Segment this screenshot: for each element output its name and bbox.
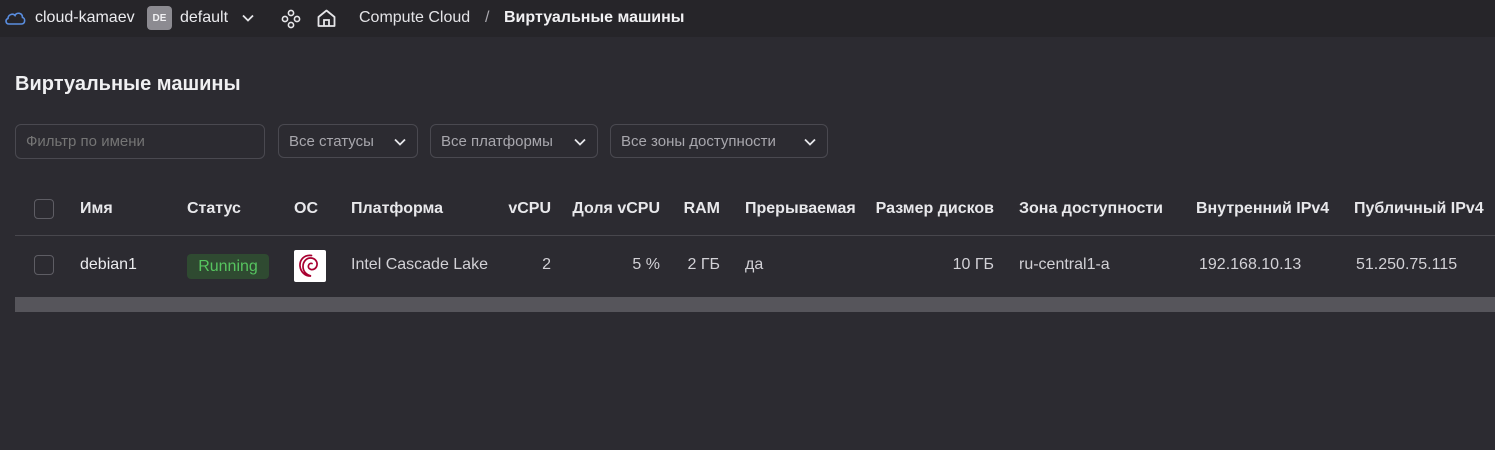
select-all-checkbox[interactable] [34, 199, 54, 219]
column-header-vcpu-share[interactable]: Доля vCPU [560, 200, 660, 218]
name-filter-input[interactable] [15, 124, 265, 159]
platform-filter-select[interactable]: Все платформы [430, 124, 598, 158]
zone-filter-label: Все зоны доступности [621, 132, 776, 150]
folder-name[interactable]: default [180, 9, 228, 27]
zone-cell: ru-central1-a [1019, 256, 1110, 273]
folder-badge[interactable]: DE [147, 6, 172, 30]
column-header-platform[interactable]: Платформа [351, 200, 443, 218]
top-bar: cloud-kamaev DE default Compute Cloud / … [0, 0, 1495, 37]
column-header-preemptible[interactable]: Прерываемая [745, 200, 856, 218]
vcpu-cell: 2 [542, 256, 551, 273]
column-header-ram[interactable]: RAM [670, 200, 720, 218]
vcpu-share-cell: 5 % [632, 256, 660, 273]
column-header-internal-ipv4[interactable]: Внутренний IPv4 [1196, 200, 1329, 218]
column-header-vcpu[interactable]: vCPU [490, 200, 551, 218]
zone-filter-select[interactable]: Все зоны доступности [610, 124, 828, 158]
table-header-divider [15, 235, 1495, 236]
column-header-status[interactable]: Статус [187, 200, 241, 218]
services-icon[interactable] [281, 9, 301, 29]
breadcrumb-service[interactable]: Compute Cloud [359, 9, 470, 27]
platform-filter-label: Все платформы [441, 132, 553, 150]
horizontal-scrollbar[interactable] [15, 297, 1495, 312]
column-header-os[interactable]: ОС [294, 200, 318, 218]
column-header-name[interactable]: Имя [80, 200, 113, 218]
disk-size-cell: 10 ГБ [952, 256, 994, 273]
vm-name-link[interactable]: debian1 [80, 256, 137, 274]
column-header-zone[interactable]: Зона доступности [1019, 200, 1163, 218]
platform-cell: Intel Cascade Lake [351, 256, 488, 273]
column-header-disk-size[interactable]: Размер дисков [864, 200, 994, 218]
chevron-down-icon [574, 138, 586, 146]
cloud-name[interactable]: cloud-kamaev [35, 9, 135, 27]
chevron-down-icon [394, 138, 406, 146]
ram-cell: 2 ГБ [687, 256, 720, 273]
breadcrumb-separator: / [485, 9, 490, 26]
column-header-public-ipv4[interactable]: Публичный IPv4 [1354, 200, 1484, 218]
public-ipv4-cell: 51.250.75.115 [1356, 256, 1458, 273]
internal-ipv4-cell: 192.168.10.13 [1199, 256, 1302, 273]
status-badge: Running [187, 254, 269, 279]
debian-logo-icon [294, 250, 326, 282]
chevron-down-icon [804, 138, 816, 146]
home-icon[interactable] [316, 8, 337, 28]
row-checkbox[interactable] [34, 255, 54, 275]
preemptible-cell: да [745, 256, 764, 273]
chevron-down-icon[interactable] [241, 12, 255, 24]
breadcrumb-current: Виртуальные машины [504, 9, 685, 26]
status-filter-select[interactable]: Все статусы [278, 124, 418, 158]
page-title: Виртуальные машины [15, 73, 241, 95]
cloud-icon [5, 12, 26, 25]
status-filter-label: Все статусы [289, 132, 374, 150]
